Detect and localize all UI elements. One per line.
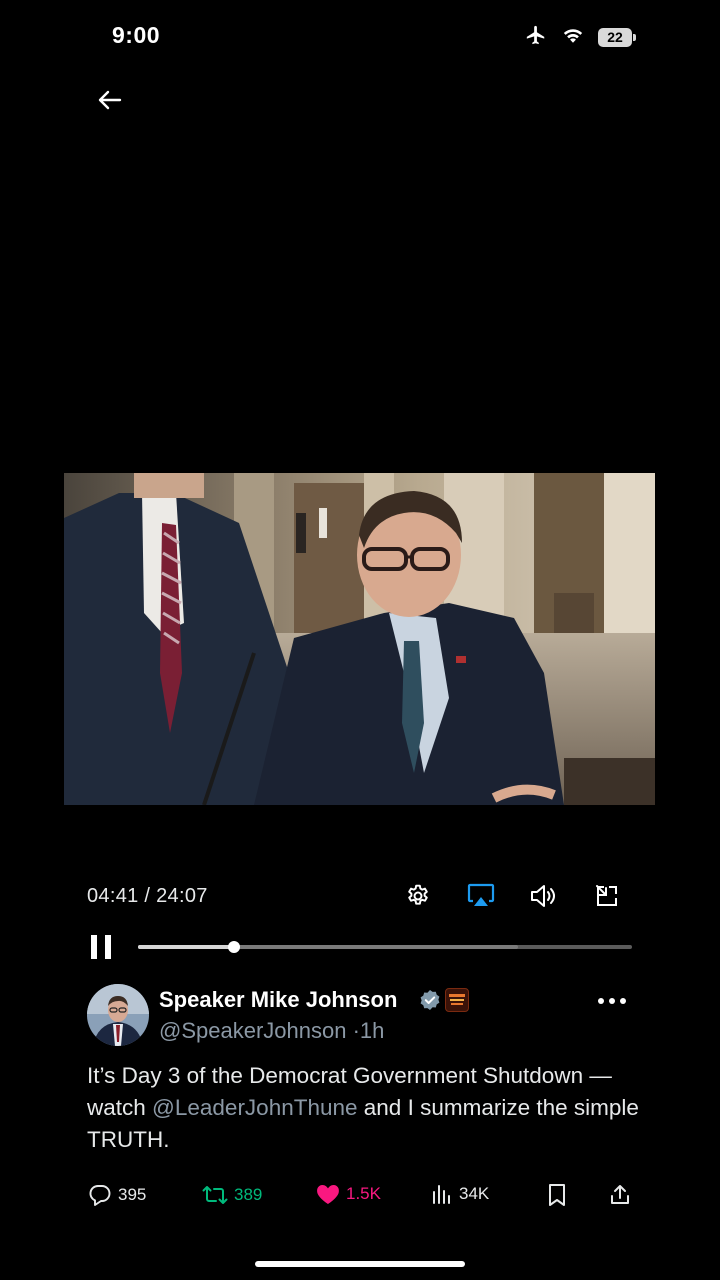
bookmark-icon — [549, 1184, 565, 1206]
airplane-icon — [524, 24, 548, 51]
bookmark-button[interactable] — [546, 1183, 568, 1207]
home-indicator[interactable] — [255, 1261, 465, 1267]
volume-button[interactable] — [526, 879, 560, 913]
battery-icon: 22 — [598, 28, 636, 47]
pause-button[interactable] — [88, 933, 116, 961]
video-progress-bar[interactable] — [138, 941, 632, 953]
volume-icon — [531, 885, 555, 907]
video-player[interactable] — [64, 473, 655, 805]
progress-scrubber[interactable] — [227, 941, 240, 953]
settings-icon — [408, 884, 428, 905]
share-icon — [611, 1185, 629, 1204]
like-button[interactable]: 1.5K — [316, 1183, 381, 1205]
back-arrow-icon — [98, 90, 122, 110]
status-bar: 9:00 22 — [0, 0, 720, 70]
repost-count: 389 — [234, 1185, 263, 1204]
display-name[interactable]: Speaker Mike Johnson — [159, 987, 397, 1013]
handle-line: @SpeakerJohnson ·1h — [159, 1018, 384, 1044]
video-frame-image — [64, 473, 655, 805]
airplay-button[interactable] — [464, 879, 498, 913]
views-button[interactable]: 34K — [431, 1183, 489, 1205]
share-button[interactable] — [608, 1183, 632, 1207]
avatar[interactable] — [87, 984, 149, 1046]
repost-icon — [202, 1186, 228, 1204]
reply-button[interactable]: 395 — [88, 1183, 146, 1207]
tweet-text: It’s Day 3 of the Democrat Government Sh… — [87, 1060, 647, 1156]
reply-icon — [89, 1185, 111, 1206]
post-age: 1h — [359, 1018, 385, 1043]
video-screen: 9:00 22 04:41 / 24:07 Speaker Mike Johns… — [0, 0, 720, 1280]
avatar-image — [87, 984, 149, 1046]
settings-button[interactable] — [401, 879, 435, 913]
status-time: 9:00 — [112, 22, 161, 48]
view-count: 34K — [459, 1184, 490, 1203]
mention-link[interactable]: @LeaderJohnThune — [152, 1095, 358, 1120]
progress-played — [138, 945, 234, 949]
verified-badge-icon — [419, 989, 441, 1011]
status-icons: 22 — [524, 24, 636, 51]
airplay-icon — [467, 883, 495, 906]
views-chart-icon — [433, 1185, 450, 1204]
meta-separator: · — [352, 1018, 360, 1043]
affiliation-badge-icon[interactable] — [445, 988, 469, 1012]
repost-button[interactable]: 389 — [202, 1183, 262, 1207]
wifi-icon — [562, 26, 584, 49]
minimize-icon — [596, 885, 617, 906]
more-options-icon[interactable] — [596, 990, 628, 1012]
minimize-player-button[interactable] — [590, 879, 624, 913]
video-time-display: 04:41 / 24:07 — [87, 885, 208, 907]
reply-count: 395 — [118, 1185, 147, 1204]
heart-filled-icon — [317, 1185, 339, 1204]
back-button[interactable] — [94, 84, 126, 116]
user-handle[interactable]: @SpeakerJohnson — [159, 1018, 346, 1043]
like-count: 1.5K — [346, 1184, 381, 1203]
pause-icon — [91, 935, 111, 959]
